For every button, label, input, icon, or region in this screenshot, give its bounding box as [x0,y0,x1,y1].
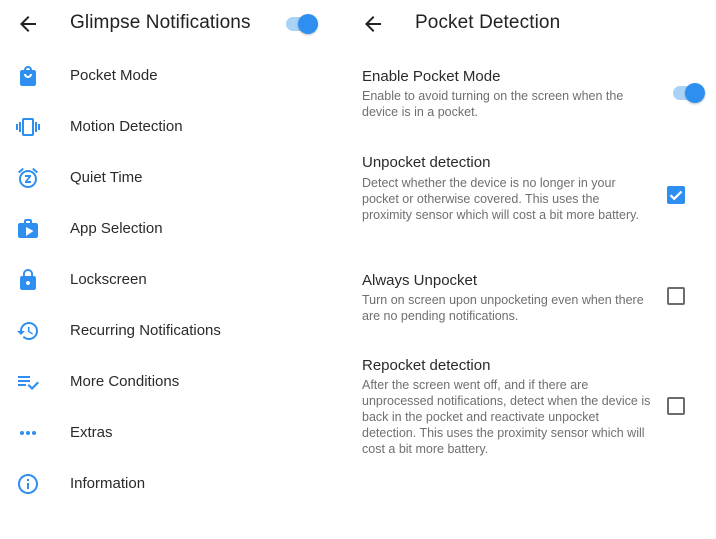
back-arrow-icon[interactable] [361,12,385,36]
setting-enable-pocket-mode[interactable]: Enable Pocket Mode Enable to avoid turni… [340,60,716,134]
more-horizontal-icon [20,431,36,435]
menu-item-more-conditions[interactable]: More Conditions [0,357,340,408]
right-app-bar: Pocket Detection [340,0,716,48]
shopping-bag-icon [20,66,36,86]
setting-unpocket-detection[interactable]: Unpocket detection Detect whether the de… [340,146,716,246]
menu-item-recurring-notifications[interactable]: Recurring Notifications [0,306,340,357]
menu-item-pocket-mode[interactable]: Pocket Mode [0,51,340,102]
setting-summary: Turn on screen upon unpocketing even whe… [362,293,644,323]
switch-thumb [298,14,318,34]
menu-item-app-selection[interactable]: App Selection [0,204,340,255]
setting-summary: Enable to avoid turning on the screen wh… [362,89,624,119]
menu-label: Motion Detection [70,118,183,135]
playlist-check-icon [18,376,39,390]
always-unpocket-checkbox[interactable] [667,287,685,305]
menu-item-lockscreen[interactable]: Lockscreen [0,255,340,306]
setting-always-unpocket[interactable]: Always Unpocket Turn on screen upon unpo… [340,263,716,333]
menu-label: More Conditions [70,373,180,390]
snooze-alarm-icon [18,167,38,188]
setting-title: Enable Pocket Mode [362,68,501,85]
menu-label: Recurring Notifications [70,322,221,339]
left-app-bar: Glimpse Notifications [0,0,340,48]
menu-label: Extras [70,424,113,441]
history-icon [17,322,38,340]
setting-summary: Detect whether the device is no longer i… [362,176,639,222]
menu-item-motion-detection[interactable]: Motion Detection [0,102,340,153]
menu-item-quiet-time[interactable]: Quiet Time [0,153,340,204]
menu-label: Pocket Mode [70,67,158,84]
menu-label: App Selection [70,220,163,237]
page-title: Pocket Detection [415,12,561,33]
setting-title: Always Unpocket [362,272,478,289]
switch-thumb [685,83,705,103]
setting-repocket-detection[interactable]: Repocket detection After the screen went… [340,348,716,468]
screen: Glimpse Notifications Pocket Mode Motion… [0,0,716,539]
vibration-icon [16,118,40,136]
menu-label: Information [70,475,146,492]
menu-item-extras[interactable]: Extras [0,408,340,459]
setting-title: Repocket detection [362,357,491,374]
unpocket-detection-checkbox[interactable] [667,186,685,204]
menu-item-information[interactable]: Information [0,459,340,510]
setting-title: Unpocket detection [362,154,491,171]
menu-label: Lockscreen [70,271,147,288]
glimpse-notifications-panel: Glimpse Notifications Pocket Mode Motion… [0,0,340,539]
checkmark-icon [669,190,683,201]
page-title: Glimpse Notifications [70,12,251,33]
master-enable-switch[interactable] [284,12,320,36]
repocket-detection-checkbox[interactable] [667,397,685,415]
enable-pocket-mode-switch[interactable] [671,81,707,105]
back-arrow-icon[interactable] [16,12,40,36]
info-icon [18,474,38,494]
lock-icon [20,269,36,290]
pocket-detection-panel: Pocket Detection Enable Pocket Mode Enab… [340,0,716,539]
app-store-bag-icon [18,219,38,238]
menu-label: Quiet Time [70,169,143,186]
setting-summary: After the screen went off, and if there … [362,378,651,456]
